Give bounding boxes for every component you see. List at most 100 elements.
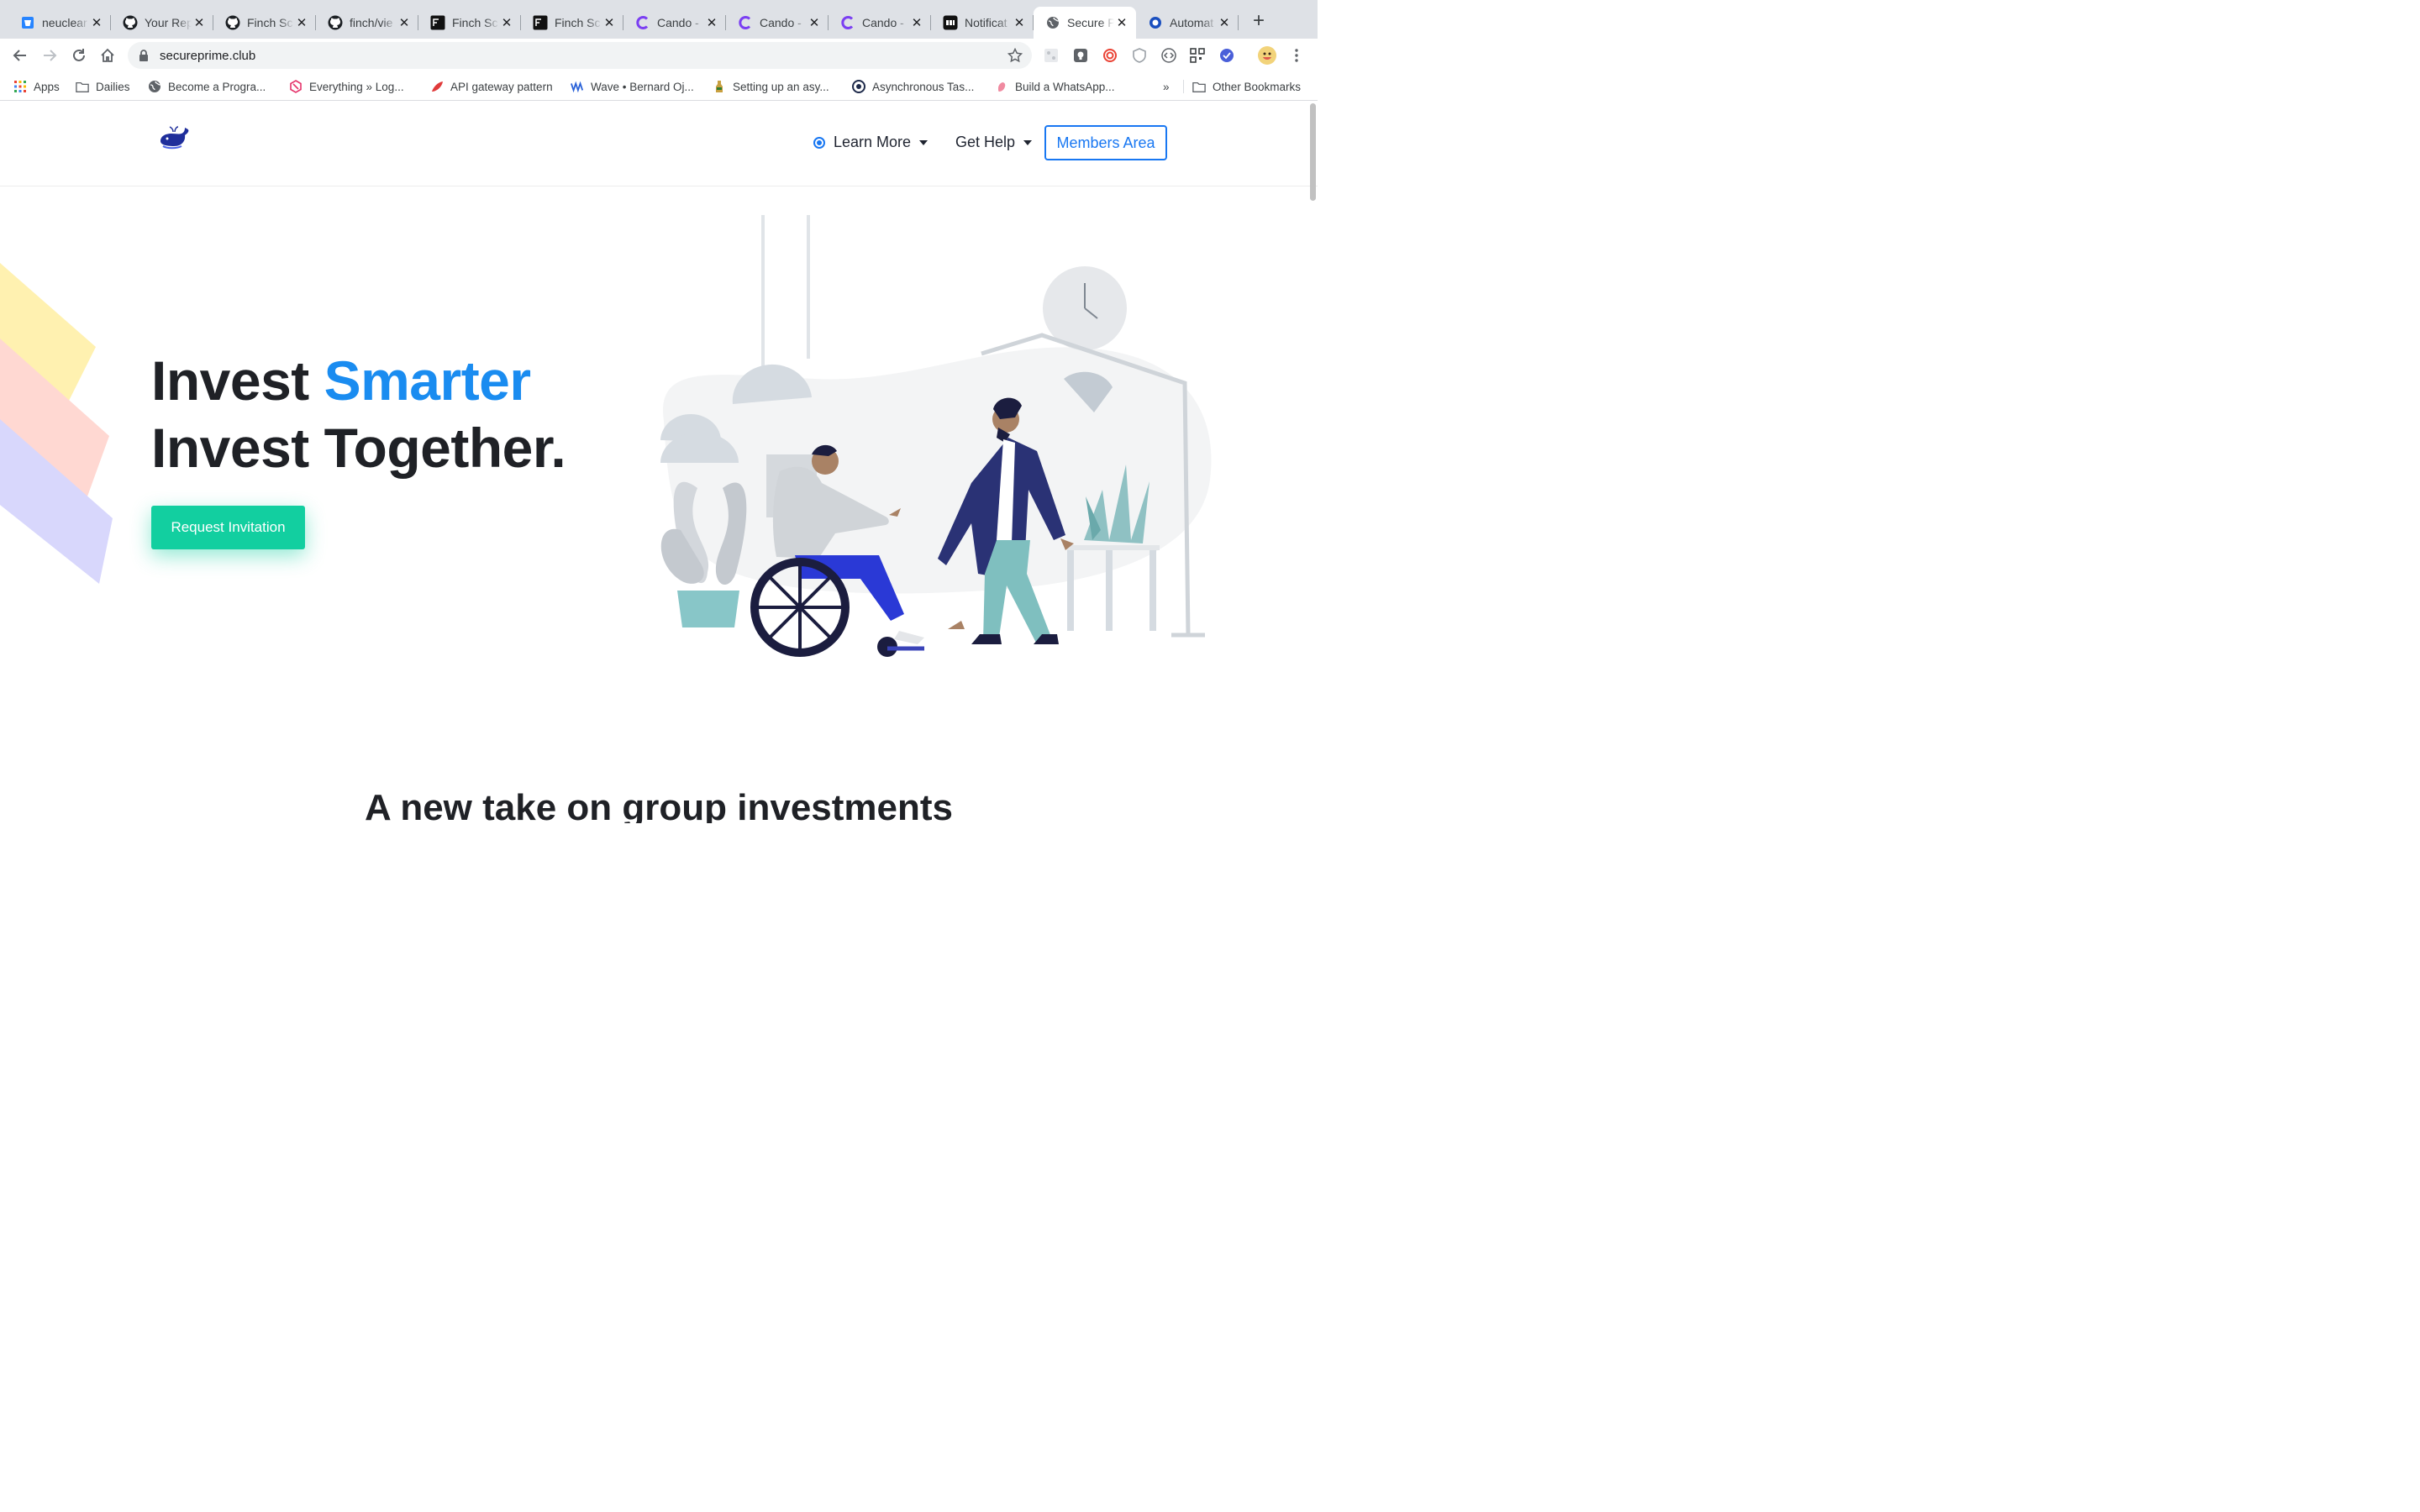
close-tab-icon[interactable]: ✕ xyxy=(397,15,412,30)
bookmarks-bar: Apps Dailies Become a Progra... Everything … xyxy=(0,72,1318,101)
bookmark-item[interactable]: Wave • Bernard Oj... xyxy=(571,78,694,95)
page-scrollbar[interactable] xyxy=(1307,102,1318,823)
automation-icon xyxy=(1148,15,1163,30)
bookmark-star-icon[interactable] xyxy=(1007,47,1023,64)
bookmark-label: Apps xyxy=(34,80,60,93)
forward-button[interactable] xyxy=(38,44,61,67)
tab-title: Finch Sc xyxy=(247,16,293,29)
bookmark-label: Dailies xyxy=(96,80,130,93)
bookmark-label: Asynchronous Tas... xyxy=(872,80,975,93)
other-bookmarks-button[interactable]: Other Bookmarks xyxy=(1192,78,1301,95)
feather-icon xyxy=(430,80,444,93)
scrollbar-thumb[interactable] xyxy=(1310,103,1316,201)
close-tab-icon[interactable]: ✕ xyxy=(1217,15,1232,30)
hero-line-1: Invest Smarter xyxy=(151,347,566,414)
home-button[interactable] xyxy=(96,44,119,67)
hand-icon xyxy=(995,80,1008,93)
hero-title: Invest Smarter Invest Together. xyxy=(151,347,566,481)
tab-title: Your Repositories xyxy=(145,16,192,29)
browser-toolbar: secureprime.club xyxy=(0,39,1318,72)
tab-title: Notificat xyxy=(965,16,1007,29)
extension-code-icon[interactable] xyxy=(1160,46,1178,65)
reload-icon xyxy=(73,49,85,61)
bookmark-item[interactable]: Apps xyxy=(13,78,60,95)
bookmark-label: Become a Progra... xyxy=(168,80,266,93)
close-tab-icon[interactable]: ✕ xyxy=(192,15,207,30)
tab-title: Finch Sc xyxy=(555,16,601,29)
cando-icon xyxy=(738,15,753,30)
close-tab-icon[interactable]: ✕ xyxy=(294,15,309,30)
close-tab-icon[interactable]: ✕ xyxy=(704,15,719,30)
tab-title: Automat xyxy=(1170,16,1214,29)
tab-title: Cando - xyxy=(657,16,699,29)
browser-tab[interactable]: Cando - ✕ xyxy=(829,7,931,39)
extension-spiral-icon[interactable] xyxy=(1101,46,1119,65)
extension-qr-icon[interactable] xyxy=(1188,46,1207,65)
browser-tab[interactable]: Cando - ✕ xyxy=(726,7,829,39)
caret-down-icon xyxy=(919,139,929,145)
browser-menu-icon[interactable] xyxy=(1287,46,1306,65)
get-help-menu[interactable]: Get Help xyxy=(955,134,1033,151)
bookmark-item[interactable]: Asynchronous Tas... xyxy=(852,78,974,95)
browser-tab[interactable]: Secure P ✕ xyxy=(1034,7,1136,39)
profile-avatar-icon[interactable] xyxy=(1258,46,1276,65)
extension-grid-icon[interactable] xyxy=(1042,46,1060,65)
section-heading: A new take on group investments xyxy=(364,787,954,823)
close-tab-icon[interactable]: ✕ xyxy=(807,15,822,30)
address-bar[interactable]: secureprime.club xyxy=(128,42,1032,69)
globe-icon xyxy=(1045,15,1060,30)
github-icon xyxy=(225,15,240,30)
close-tab-icon[interactable]: ✕ xyxy=(89,15,104,30)
more-bookmarks-button[interactable]: » xyxy=(1163,78,1170,95)
learn-more-menu[interactable]: Learn More xyxy=(813,134,929,151)
browser-tab[interactable]: Cando - ✕ xyxy=(623,7,726,39)
browser-tab[interactable]: neuclear ✕ xyxy=(8,7,111,39)
close-tab-icon[interactable]: ✕ xyxy=(1012,15,1027,30)
bookmark-item[interactable]: Become a Progra... xyxy=(148,78,266,95)
bookmark-item[interactable]: API gateway pattern xyxy=(430,78,553,95)
browser-tab[interactable]: Automat ✕ xyxy=(1136,7,1239,39)
bookmark-label: Everything » Log... xyxy=(309,80,404,93)
close-tab-icon[interactable]: ✕ xyxy=(909,15,924,30)
tab-strip: neuclear✕Your Repositories✕Finch Sc✕finc… xyxy=(0,0,1318,39)
bookmark-item[interactable]: Everything » Log... xyxy=(289,78,404,95)
close-tab-icon[interactable]: ✕ xyxy=(1114,15,1129,30)
extension-check-icon[interactable] xyxy=(1218,46,1236,65)
forward-arrow-icon xyxy=(44,50,57,61)
reload-button[interactable] xyxy=(67,44,91,67)
browser-tab[interactable]: Your Repositories✕ xyxy=(111,7,213,39)
github-icon xyxy=(123,15,138,30)
extension-shield-icon[interactable] xyxy=(1130,46,1149,65)
bookmark-item[interactable]: Setting up an asy... xyxy=(713,78,829,95)
get-help-label: Get Help xyxy=(955,134,1016,150)
browser-tab[interactable]: Finch Sc ✕ xyxy=(213,7,316,39)
folder-icon xyxy=(76,80,89,93)
tab-title: Secure P xyxy=(1067,16,1114,29)
tab-title: Finch Sc xyxy=(452,16,498,29)
hero-line-2: Invest Together. xyxy=(151,417,566,479)
browser-tab[interactable]: Finch Sc ✕ xyxy=(521,7,623,39)
whale-logo-icon[interactable] xyxy=(158,124,192,155)
browser-tab[interactable]: Notificat ✕ xyxy=(931,7,1034,39)
bookmark-divider xyxy=(1183,80,1184,93)
close-tab-icon[interactable]: ✕ xyxy=(602,15,617,30)
bitbucket-icon xyxy=(20,15,35,30)
browser-tab[interactable]: Finch Sc ✕ xyxy=(418,7,521,39)
bookmark-label: Build a WhatsApp... xyxy=(1015,80,1115,93)
close-tab-icon[interactable]: ✕ xyxy=(499,15,514,30)
extension-bulb-icon[interactable] xyxy=(1071,46,1090,65)
notification-icon xyxy=(943,15,958,30)
apps-grid-icon xyxy=(13,80,27,93)
log-icon xyxy=(289,80,302,93)
bookmark-item[interactable]: Dailies xyxy=(76,78,130,95)
back-button[interactable] xyxy=(8,44,32,67)
site-header: Learn More Get Help Members Area xyxy=(0,102,1318,186)
back-arrow-icon xyxy=(13,50,26,61)
bookmark-item[interactable]: Build a WhatsApp... xyxy=(995,78,1115,95)
browser-tab[interactable]: finch/vie ✕ xyxy=(316,7,418,39)
url-text[interactable]: secureprime.club xyxy=(160,49,255,63)
members-area-button[interactable]: Members Area xyxy=(1044,125,1167,160)
new-tab-button[interactable]: + xyxy=(1249,11,1269,32)
request-invitation-button[interactable]: Request Invitation xyxy=(151,506,305,549)
python-icon xyxy=(852,80,865,93)
